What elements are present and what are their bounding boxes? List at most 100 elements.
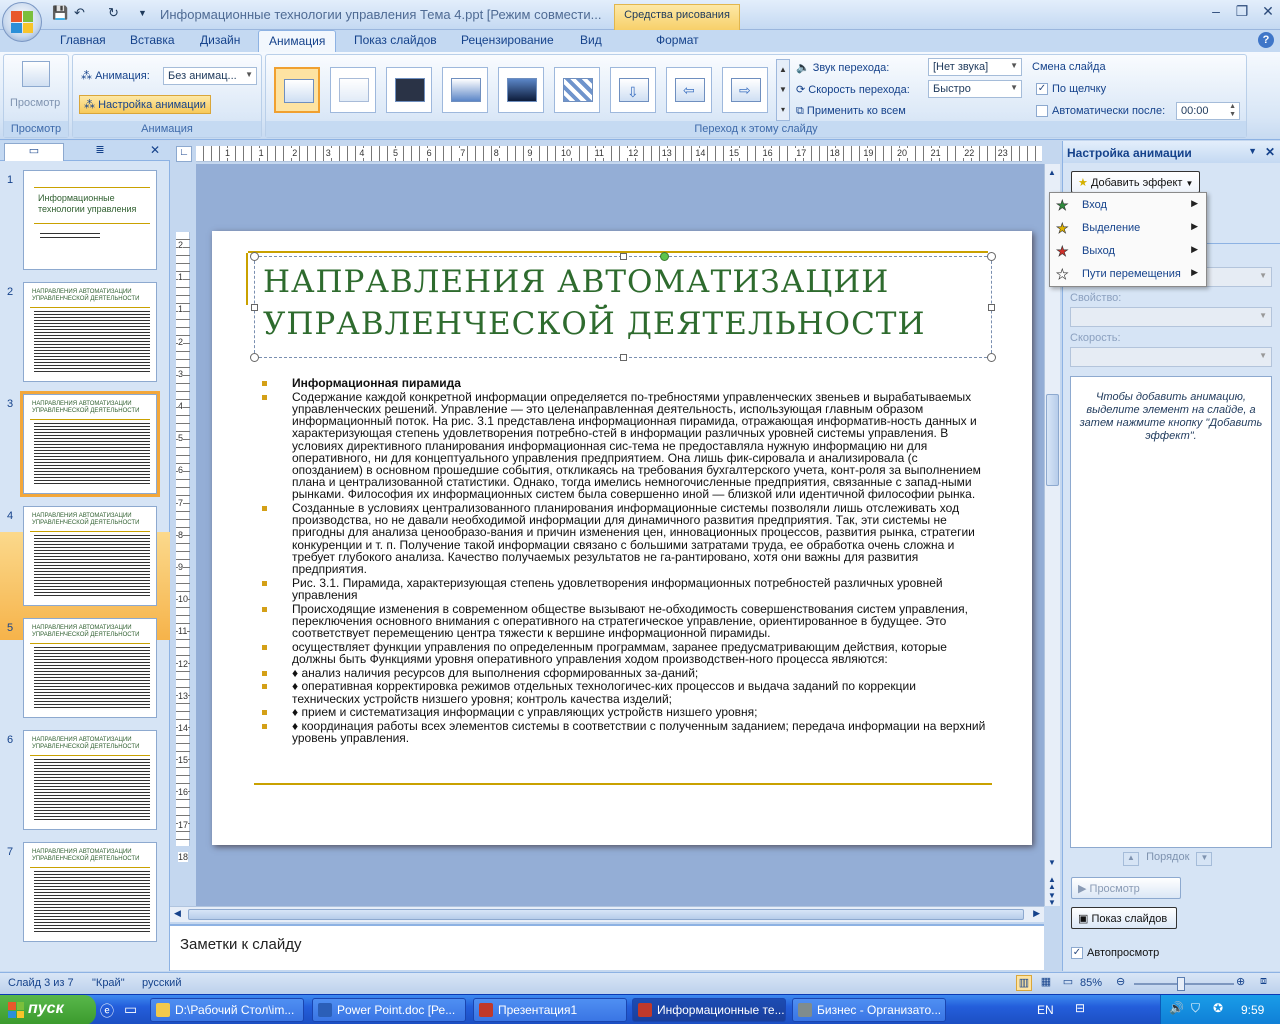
- resize-handle[interactable]: [987, 353, 996, 362]
- undo-icon[interactable]: ↶: [74, 5, 85, 21]
- tab-stop-selector[interactable]: ∟: [176, 146, 192, 162]
- scroll-right-icon[interactable]: ▶: [1033, 908, 1040, 919]
- resize-handle[interactable]: [251, 304, 258, 311]
- auto-after-checkbox[interactable]: Автоматически после:: [1036, 105, 1165, 118]
- normal-view-icon[interactable]: ▥: [1016, 975, 1032, 991]
- title-placeholder[interactable]: НАПРАВЛЕНИЯ АВТОМАТИЗАЦИИ УПРАВЛЕНЧЕСКОЙ…: [250, 252, 996, 362]
- customize-qat-icon[interactable]: ▼: [138, 8, 147, 18]
- taskbar-item[interactable]: D:\Рабочий Стол\im...: [150, 998, 304, 1022]
- scroll-left-icon[interactable]: ◀: [174, 908, 181, 919]
- slide-sorter-icon[interactable]: ▦: [1038, 975, 1054, 991]
- transition-wipe-right-thumb[interactable]: ⇨: [722, 67, 768, 113]
- transition-fade-thumb[interactable]: [330, 67, 376, 113]
- resize-handle[interactable]: [250, 353, 259, 362]
- menu-item-3[interactable]: ★ Выход ▶: [1050, 240, 1206, 262]
- tray-security-icon[interactable]: ✪: [1213, 1001, 1223, 1015]
- slideshow-view-icon[interactable]: ▭: [1060, 975, 1076, 991]
- move-down-icon[interactable]: ▼: [1196, 852, 1213, 866]
- slide-thumbnail[interactable]: НАПРАВЛЕНИЯ АВТОМАТИЗАЦИИ УПРАВЛЕНЧЕСКОЙ…: [20, 391, 160, 497]
- tab-home[interactable]: Главная: [50, 30, 116, 52]
- slide-canvas[interactable]: НАПРАВЛЕНИЯ АВТОМАТИЗАЦИИ УПРАВЛЕНЧЕСКОЙ…: [212, 231, 1032, 845]
- rotation-handle[interactable]: [660, 252, 669, 261]
- slide-thumbnail[interactable]: НАПРАВЛЕНИЯ АВТОМАТИЗАЦИИ УПРАВЛЕНЧЕСКОЙ…: [23, 618, 157, 718]
- office-button[interactable]: [2, 2, 42, 42]
- previous-slide-icon[interactable]: ▲ ▲: [1048, 876, 1056, 891]
- menu-item-4[interactable]: ★ Пути перемещения ▶: [1050, 263, 1206, 285]
- menu-item-2[interactable]: ★ Выделение ▶: [1050, 217, 1206, 239]
- ie-quicklaunch-icon[interactable]: ⓔ: [100, 1001, 114, 1021]
- transition-cut-black-thumb[interactable]: [498, 67, 544, 113]
- horizontal-scrollbar[interactable]: ◀ ▶: [170, 906, 1044, 922]
- zoom-slider-thumb[interactable]: [1176, 977, 1185, 991]
- tab-format[interactable]: Формат: [646, 30, 709, 52]
- slide-thumbnail[interactable]: НАПРАВЛЕНИЯ АВТОМАТИЗАЦИИ УПРАВЛЕНЧЕСКОЙ…: [23, 730, 157, 830]
- menu-item-1[interactable]: ★ Вход ▶: [1050, 194, 1206, 216]
- transition-none-thumb[interactable]: [274, 67, 320, 113]
- move-up-icon[interactable]: ▲: [1123, 852, 1139, 866]
- animation-dropdown[interactable]: Без анимац... ▼: [163, 67, 257, 85]
- vertical-ruler[interactable]: 2 1 1 2 3 4 5 6 7 8 9 10 11 12 13 14 15 16 17 18: [176, 232, 190, 862]
- scroll-down-icon[interactable]: ▼: [1048, 858, 1056, 867]
- theme-name[interactable]: "Край": [92, 977, 125, 989]
- auto-after-time-spinner[interactable]: 00:00 ▲ ▼: [1176, 102, 1240, 120]
- transition-wipe-left-thumb[interactable]: ⇦: [666, 67, 712, 113]
- transition-gallery-scroll[interactable]: ▲ ▼ ▾: [776, 59, 790, 121]
- apply-to-all-button[interactable]: ⧉ Применить ко всем: [796, 105, 906, 118]
- tab-design[interactable]: Дизайн: [190, 30, 250, 52]
- tab-insert[interactable]: Вставка: [120, 30, 185, 52]
- taskbar-item[interactable]: Бизнес - Организато...: [792, 998, 946, 1022]
- autopreview-checkbox[interactable]: ✓ Автопросмотр: [1071, 947, 1159, 960]
- notes-pane[interactable]: Заметки к слайду: [170, 924, 1044, 970]
- slideshow-button[interactable]: ▣ Показ слайдов: [1071, 907, 1177, 929]
- add-effect-button[interactable]: ★ Добавить эффект ▼: [1071, 171, 1201, 193]
- language-indicator[interactable]: русский: [142, 977, 181, 989]
- resize-handle[interactable]: [620, 253, 627, 260]
- minimize-icon[interactable]: –: [1204, 3, 1228, 23]
- start-button[interactable]: пуск: [0, 995, 96, 1024]
- horizontal-scroll-thumb[interactable]: [188, 909, 1024, 920]
- desktop-quicklaunch-icon[interactable]: ▭: [124, 1001, 137, 1018]
- resize-handle[interactable]: [987, 252, 996, 261]
- next-slide-icon[interactable]: ▼ ▼: [1048, 892, 1056, 907]
- horizontal-ruler[interactable]: 1 1 2 3 4 5 6 7 8 9 10 11 12 13 14 15 16 17 18 19 20 21 22 23: [196, 146, 1042, 162]
- taskbar-item[interactable]: Power Point.doc [Ре...: [312, 998, 466, 1022]
- zoom-out-icon[interactable]: ⊖: [1116, 975, 1125, 988]
- zoom-slider[interactable]: [1134, 977, 1234, 991]
- transition-speed-dropdown[interactable]: Быстро ▼: [928, 80, 1022, 98]
- close-pane-icon[interactable]: ✕: [1265, 145, 1275, 159]
- tab-review[interactable]: Рецензирование: [451, 30, 564, 52]
- slide-thumbnail[interactable]: НАПРАВЛЕНИЯ АВТОМАТИЗАЦИИ УПРАВЛЕНЧЕСКОЙ…: [23, 506, 157, 606]
- slide-title[interactable]: НАПРАВЛЕНИЯ АВТОМАТИЗАЦИИ УПРАВЛЕНЧЕСКОЙ…: [263, 261, 926, 345]
- zoom-level[interactable]: 85%: [1080, 977, 1102, 989]
- slide-thumbnail[interactable]: НАПРАВЛЕНИЯ АВТОМАТИЗАЦИИ УПРАВЛЕНЧЕСКОЙ…: [23, 282, 157, 382]
- arrow-right-icon[interactable]: ⇨: [739, 82, 751, 99]
- slide-thumbnail[interactable]: Информационные технологии управления: [23, 170, 157, 270]
- zoom-in-icon[interactable]: ⊕: [1236, 975, 1245, 988]
- save-icon[interactable]: 💾: [52, 5, 68, 21]
- vertical-scroll-thumb[interactable]: [1046, 394, 1059, 486]
- scroll-up-icon[interactable]: ▲: [1048, 168, 1056, 177]
- transition-black-thumb[interactable]: [386, 67, 432, 113]
- transition-cut-thumb[interactable]: [442, 67, 488, 113]
- close-icon[interactable]: ✕: [1256, 3, 1280, 23]
- tab-animation[interactable]: Анимация: [258, 30, 337, 52]
- tab-slideshow[interactable]: Показ слайдов: [344, 30, 447, 52]
- tray-volume-icon[interactable]: 🔊: [1169, 1001, 1184, 1015]
- taskbar-item[interactable]: Информационные те...: [632, 998, 786, 1022]
- on-click-checkbox[interactable]: ✓ По щелчку: [1036, 83, 1106, 96]
- slide-body-text[interactable]: Информационная пирамида Содержание каждой…: [260, 377, 986, 746]
- slides-tab-icon[interactable]: ▭: [4, 143, 64, 161]
- restore-icon[interactable]: ❐: [1230, 3, 1254, 23]
- preview-button[interactable]: Просмотр: [10, 97, 60, 109]
- transition-sound-dropdown[interactable]: [Нет звука] ▼: [928, 58, 1022, 76]
- spinner-arrows-icon[interactable]: ▲ ▼: [1229, 103, 1236, 119]
- taskbar-item[interactable]: Презентация1: [473, 998, 627, 1022]
- pane-preview-button[interactable]: ▶ Просмотр: [1071, 877, 1181, 899]
- transition-dissolve-thumb[interactable]: [554, 67, 600, 113]
- close-panel-icon[interactable]: ✕: [150, 143, 160, 157]
- language-bar[interactable]: EN: [1037, 1003, 1054, 1017]
- help-icon[interactable]: ?: [1258, 32, 1274, 48]
- fit-to-window-icon[interactable]: ⧈: [1260, 975, 1267, 988]
- pane-options-icon[interactable]: ▼: [1248, 146, 1257, 156]
- resize-handle[interactable]: [988, 304, 995, 311]
